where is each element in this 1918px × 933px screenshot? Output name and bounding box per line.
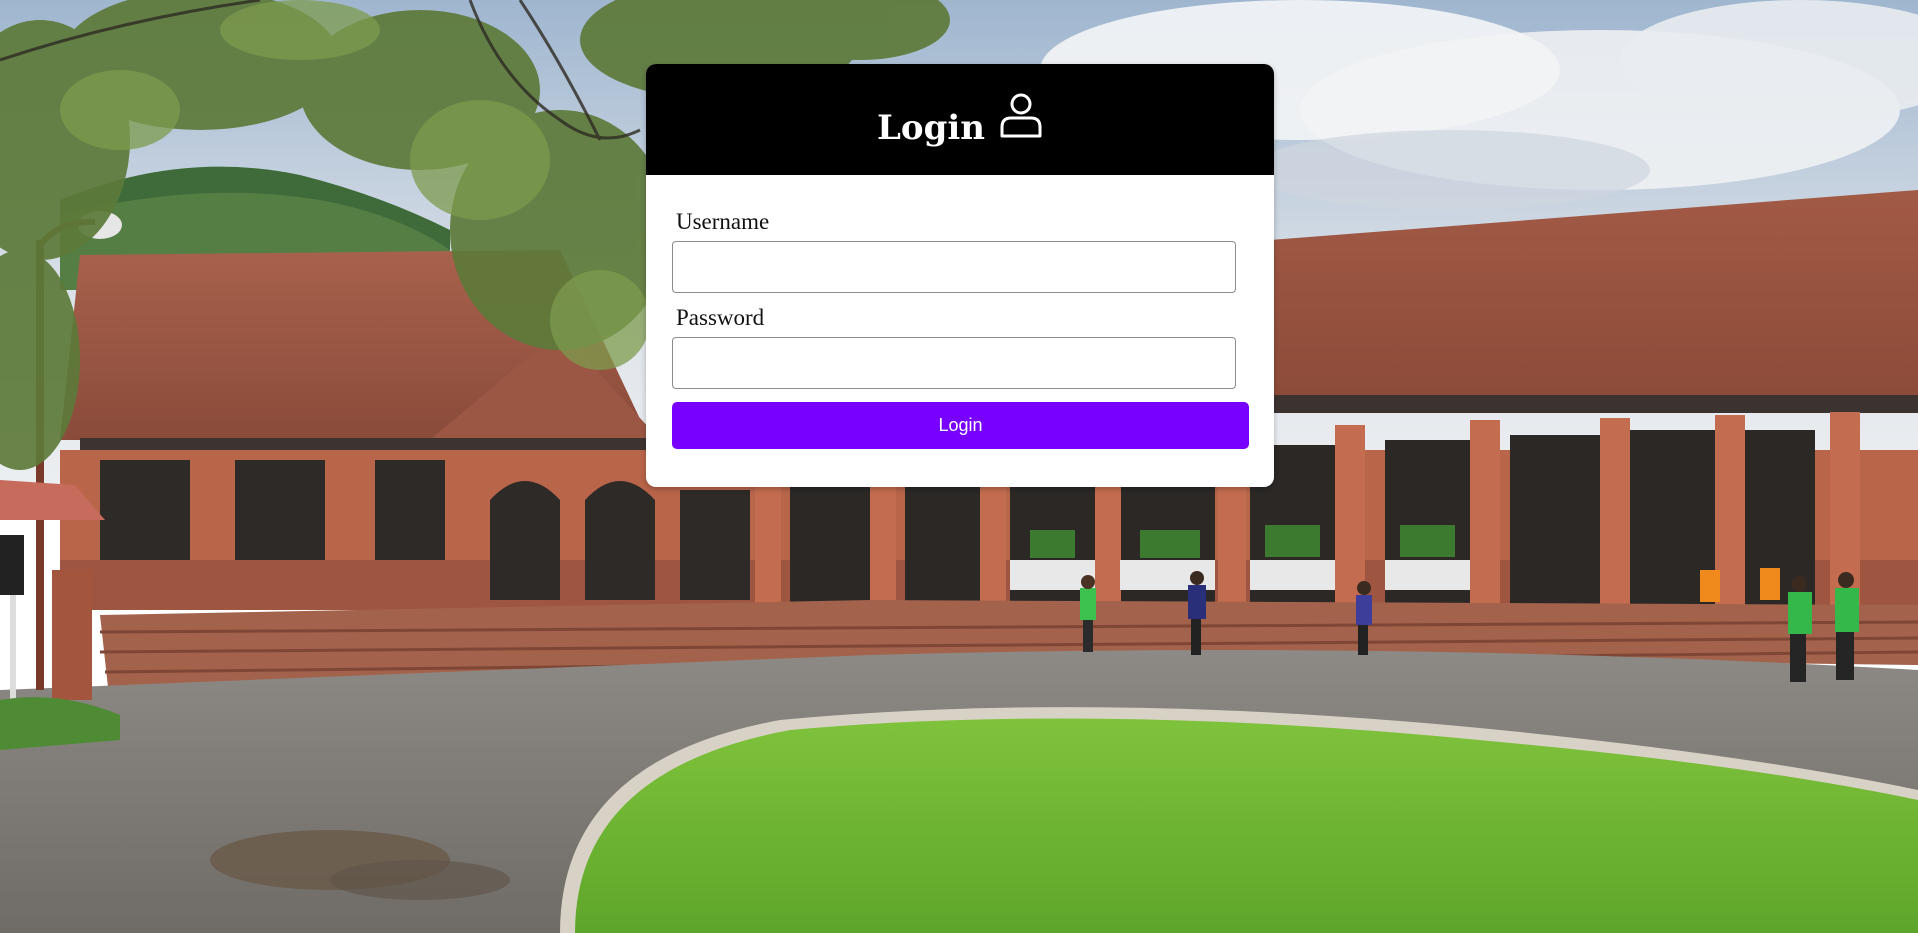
login-title: Login (877, 107, 985, 148)
user-icon (999, 93, 1043, 139)
login-header: Login (646, 64, 1274, 175)
login-card: Login Username Password Login (646, 64, 1274, 487)
username-label: Username (676, 209, 770, 234)
password-input[interactable] (672, 337, 1236, 389)
username-input[interactable] (672, 241, 1236, 293)
password-label: Password (676, 305, 765, 330)
login-button[interactable]: Login (672, 402, 1249, 449)
login-form: Username Password Login (646, 175, 1274, 449)
